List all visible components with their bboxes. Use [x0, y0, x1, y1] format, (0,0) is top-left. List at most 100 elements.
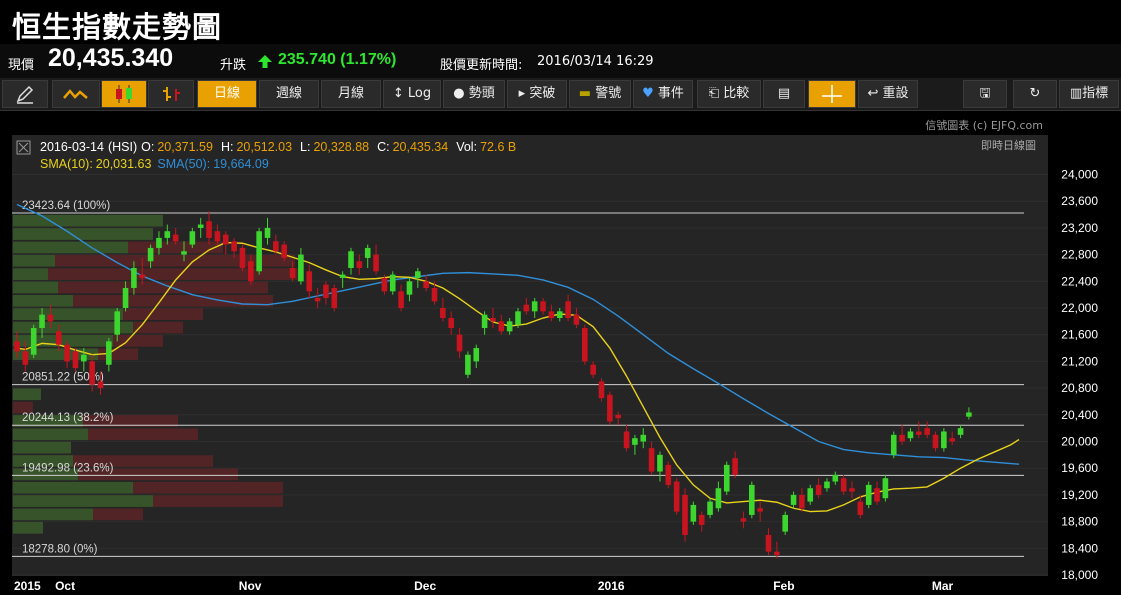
- candle-body: [415, 271, 421, 278]
- updown-arrow-icon: ↕: [392, 86, 408, 101]
- title-bar: 恒生指數走勢圖: [0, 0, 1121, 44]
- candle-body: [941, 431, 947, 449]
- candle-body: [540, 301, 546, 312]
- volume-profile-up-bar: [13, 495, 153, 507]
- candle-body: [289, 267, 296, 278]
- candle-body: [39, 314, 45, 329]
- candle-body: [598, 381, 605, 399]
- candle-body: [131, 267, 137, 288]
- circle-icon: ●: [453, 86, 469, 101]
- x-tick-label: 2016: [598, 579, 625, 593]
- candle-body: [916, 431, 922, 435]
- reset-button[interactable]: ↩ 重設: [858, 80, 918, 108]
- y-tick-label: 19,600: [1061, 461, 1098, 475]
- events-button[interactable]: ♥ 事件: [633, 80, 693, 108]
- candle-body: [774, 551, 780, 555]
- candle-body: [214, 231, 221, 242]
- y-tick-label: 22,800: [1061, 248, 1098, 262]
- save-button[interactable]: 🖫: [963, 80, 1007, 108]
- quote-bar: 現價 20,435.340 升跌 235.740 (1.17%) 股價更新時間:…: [0, 44, 1121, 78]
- fib-label: 18278.80 (0%): [22, 543, 98, 555]
- crosshair-button[interactable]: [808, 80, 856, 108]
- candle-body: [331, 287, 338, 308]
- candle-body: [523, 304, 530, 312]
- candle-body: [723, 464, 730, 492]
- candle-body: [264, 227, 271, 238]
- candle-body: [314, 297, 321, 302]
- candle-body: [623, 431, 630, 449]
- candle-body: [673, 481, 680, 512]
- ohlc-button[interactable]: [148, 80, 194, 108]
- volume-profile-up-bar: [13, 214, 163, 227]
- candle-body: [715, 488, 722, 509]
- candle-body: [189, 231, 196, 245]
- compare-button[interactable]: ⎗ 比較: [697, 80, 761, 108]
- candle-body: [632, 438, 638, 445]
- volume-profile-up-bar: [13, 441, 71, 454]
- compare-icon: ⎗: [708, 86, 724, 101]
- breakout-button[interactable]: ▸ 突破: [507, 80, 567, 108]
- y-tick-label: 18,400: [1061, 541, 1098, 555]
- draw-button[interactable]: [2, 80, 48, 108]
- warning-button[interactable]: ▬ 警號: [569, 80, 631, 108]
- y-tick-label: 21,600: [1061, 328, 1098, 342]
- indicators-button[interactable]: ▥指標: [1059, 80, 1119, 108]
- screenshot-button[interactable]: ▤: [763, 80, 805, 108]
- update-label: 股價更新時間:: [440, 58, 523, 73]
- monthly-button[interactable]: 月線: [321, 80, 381, 108]
- candle-body: [47, 314, 54, 322]
- list-icon: ▥: [1069, 86, 1083, 101]
- candle-body: [849, 488, 855, 492]
- volume-profile-down-bar: [88, 428, 198, 441]
- realtime-label: 即時日線圖: [981, 138, 1036, 152]
- x-tick-label: Dec: [414, 579, 436, 593]
- volume-profile-down-bar: [153, 495, 283, 507]
- candle-body: [607, 394, 613, 422]
- candle-body: [172, 234, 179, 242]
- volume-profile-up-bar: [13, 308, 123, 321]
- candle-body: [456, 334, 463, 352]
- refresh-button[interactable]: ↻: [1013, 80, 1057, 108]
- change-label: 升跌: [220, 58, 247, 73]
- log-button[interactable]: ↕ Log: [383, 80, 441, 108]
- candle-body: [966, 412, 972, 417]
- candle-body: [790, 494, 797, 505]
- candle-body: [389, 274, 396, 292]
- candle-body: [381, 277, 388, 292]
- x-tick-label: Feb: [773, 579, 794, 593]
- candle-body: [765, 534, 772, 552]
- candle-body: [799, 494, 805, 509]
- candle-body: [348, 251, 354, 268]
- candle-body: [949, 438, 955, 442]
- candle-body: [707, 501, 713, 515]
- candle-body: [840, 478, 847, 492]
- change-value: 235.740 (1.17%): [278, 51, 397, 68]
- candle-body: [306, 271, 313, 292]
- log-label: Log: [407, 86, 432, 101]
- candle-body: [114, 311, 120, 335]
- credit-text: 信號圖表 (c) EJFQ.com: [925, 119, 1043, 132]
- fib-label: 20244.13 (38.2%): [22, 412, 114, 424]
- save-icon: 🖫: [979, 86, 991, 101]
- weekly-button[interactable]: 週線: [259, 80, 319, 108]
- candle-body: [64, 344, 70, 362]
- head-button[interactable]: ● 勢頭: [443, 80, 505, 108]
- candle-body: [957, 428, 964, 435]
- fib-label: 19492.98 (23.6%): [22, 462, 114, 474]
- chart: 23423.64 (100%)20851.22 (50%)20244.13 (3…: [12, 135, 1121, 595]
- line-chart-icon: [63, 89, 88, 99]
- volume-profile-down-bar: [73, 294, 273, 307]
- candle-body: [515, 311, 521, 325]
- candle-body: [197, 224, 204, 228]
- x-tick-label: 2015: [14, 579, 41, 593]
- volume-profile-up-bar: [13, 294, 73, 307]
- line-chart-button[interactable]: [52, 80, 100, 108]
- daily-button[interactable]: 日線: [197, 80, 257, 108]
- candle-body: [206, 221, 212, 238]
- candle-body: [882, 478, 889, 499]
- candlestick-button[interactable]: [101, 80, 147, 108]
- volume-profile-up-bar: [13, 254, 55, 267]
- candlestick-icon: [116, 85, 132, 103]
- candle-body: [256, 231, 262, 272]
- y-tick-label: 18,000: [1061, 568, 1098, 582]
